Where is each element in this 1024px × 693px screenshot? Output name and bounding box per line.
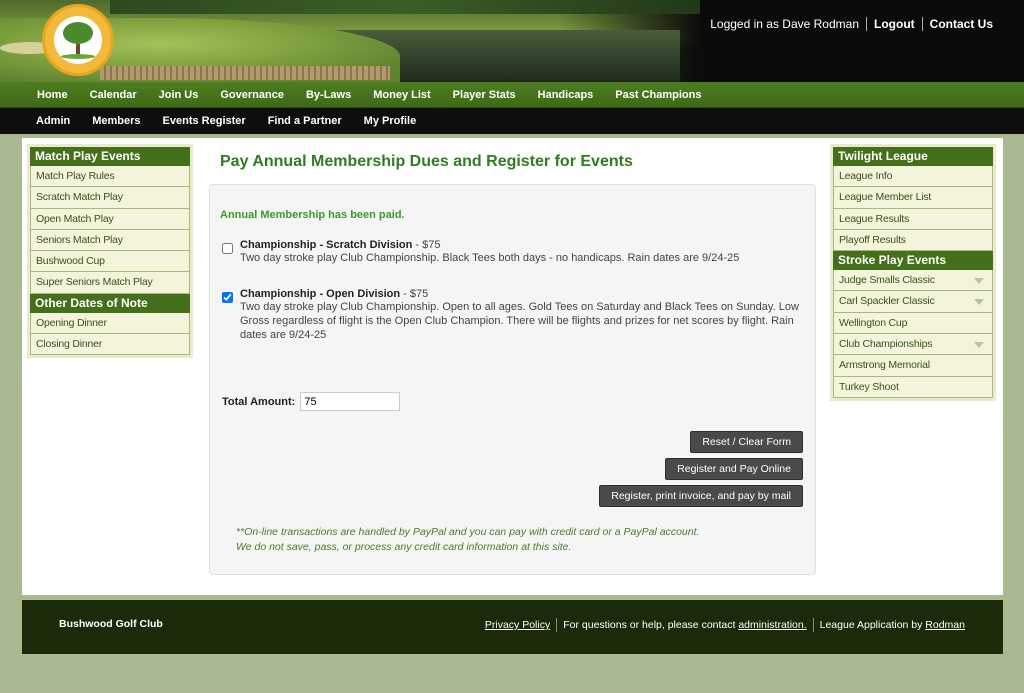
logout-link[interactable]: Logout [874, 17, 915, 31]
sidebar-item-turkey-shoot[interactable]: Turkey Shoot [833, 376, 993, 398]
nav-events-register[interactable]: Events Register [152, 115, 257, 127]
site-footer: Bushwood Golf Club Privacy Policy For qu… [22, 600, 1003, 654]
nav-join-us[interactable]: Join Us [148, 89, 210, 101]
paypal-note-line1: **On-line transactions are handled by Pa… [236, 526, 700, 538]
nav-admin[interactable]: Admin [25, 115, 81, 127]
footer-brand: Bushwood Golf Club [59, 618, 163, 630]
nav-past-champions[interactable]: Past Champions [604, 89, 712, 101]
sidebar-item-label: Club Championships [839, 338, 933, 351]
registration-panel: Annual Membership has been paid. Champio… [209, 184, 816, 575]
main-content: Match Play Events Match Play Rules Scrat… [22, 138, 1003, 595]
administration-link[interactable]: administration. [738, 619, 806, 631]
sidebar-item-playoff-results[interactable]: Playoff Results [833, 229, 993, 252]
sidebar-item-club-championships[interactable]: Club Championships [833, 334, 993, 356]
sidebar-item-closing-dinner[interactable]: Closing Dinner [30, 334, 190, 356]
sidebar-item-scratch-match-play[interactable]: Scratch Match Play [30, 187, 190, 209]
sidebar-item-league-info[interactable]: League Info [833, 166, 993, 188]
event-scratch-division: Championship - Scratch Division - $75 Tw… [222, 239, 802, 265]
sidebar-item-league-member-list[interactable]: League Member List [833, 187, 993, 209]
nav-governance[interactable]: Governance [209, 89, 295, 101]
app-credit-text: League Application by [819, 619, 923, 631]
logged-in-text: Logged in as Dave Rodman [710, 17, 859, 31]
nav-calendar[interactable]: Calendar [79, 89, 148, 101]
register-pay-online-button[interactable]: Register and Pay Online [665, 458, 803, 480]
event-open-division: Championship - Open Division - $75 Two d… [222, 288, 802, 342]
membership-paid-message: Annual Membership has been paid. [220, 209, 405, 221]
nav-handicaps[interactable]: Handicaps [527, 89, 605, 101]
nav-player-stats[interactable]: Player Stats [442, 89, 527, 101]
contact-us-link[interactable]: Contact Us [930, 17, 993, 31]
sidebar-item-seniors-match-play[interactable]: Seniors Match Play [30, 229, 190, 252]
secondary-nav: Admin Members Events Register Find a Par… [0, 108, 1024, 134]
sidebar-item-judge-smalls-classic[interactable]: Judge Smalls Classic [833, 270, 993, 292]
total-amount-row: Total Amount: [222, 392, 401, 411]
nav-members[interactable]: Members [81, 115, 151, 127]
right-sidebar: Twilight League League Info League Membe… [830, 144, 996, 401]
nav-by-laws[interactable]: By-Laws [295, 89, 362, 101]
user-bar: Logged in as Dave Rodman Logout Contact … [710, 17, 993, 31]
sidebar-item-label: Judge Smalls Classic [839, 274, 935, 287]
sidebar-heading-twilight-league: Twilight League [833, 147, 993, 166]
event-description: Two day stroke play Club Championship. O… [240, 301, 799, 341]
page-title: Pay Annual Membership Dues and Register … [220, 153, 633, 170]
sidebar-item-bushwood-cup[interactable]: Bushwood Cup [30, 251, 190, 273]
sidebar-item-wellington-cup[interactable]: Wellington Cup [833, 312, 993, 335]
event-description: Two day stroke play Club Championship. B… [240, 252, 740, 264]
sidebar-item-super-seniors-match-play[interactable]: Super Seniors Match Play [30, 272, 190, 294]
primary-nav: Home Calendar Join Us Governance By-Laws… [0, 82, 1024, 108]
help-text: For questions or help, please contact [563, 619, 736, 631]
event-price: - $75 [400, 288, 429, 300]
event-checkbox-open[interactable] [222, 292, 233, 303]
sidebar-item-carl-spackler-classic[interactable]: Carl Spackler Classic [833, 291, 993, 313]
sidebar-item-label: Carl Spackler Classic [839, 295, 935, 308]
event-title: Championship - Open Division [240, 288, 401, 300]
chevron-down-icon[interactable] [974, 299, 984, 306]
total-amount-input[interactable] [300, 392, 401, 411]
club-logo[interactable] [42, 4, 114, 76]
footer-links: Privacy Policy For questions or help, pl… [485, 618, 965, 632]
privacy-policy-link[interactable]: Privacy Policy [485, 619, 550, 631]
sidebar-item-armstrong-memorial[interactable]: Armstrong Memorial [833, 355, 993, 377]
reset-clear-form-button[interactable]: Reset / Clear Form [690, 431, 803, 453]
paypal-note: **On-line transactions are handled by Pa… [236, 525, 699, 555]
rodman-link[interactable]: Rodman [925, 619, 965, 631]
tree-icon [54, 16, 102, 64]
site-header: Logged in as Dave Rodman Logout Contact … [0, 0, 1024, 82]
event-price: - $75 [412, 239, 441, 251]
sidebar-heading-stroke-play: Stroke Play Events [833, 251, 993, 271]
nav-home[interactable]: Home [26, 89, 79, 101]
sidebar-item-opening-dinner[interactable]: Opening Dinner [30, 312, 190, 335]
nav-my-profile[interactable]: My Profile [353, 115, 428, 127]
nav-find-a-partner[interactable]: Find a Partner [257, 115, 353, 127]
chevron-down-icon[interactable] [974, 278, 984, 285]
paypal-note-line2: We do not save, pass, or process any cre… [236, 541, 572, 553]
chevron-down-icon[interactable] [974, 342, 984, 349]
sidebar-item-league-results[interactable]: League Results [833, 208, 993, 230]
sidebar-item-open-match-play[interactable]: Open Match Play [30, 208, 190, 230]
left-sidebar: Match Play Events Match Play Rules Scrat… [27, 144, 193, 359]
event-checkbox-scratch[interactable] [222, 243, 233, 254]
nav-money-list[interactable]: Money List [362, 89, 441, 101]
event-title: Championship - Scratch Division [240, 239, 413, 251]
sidebar-heading-match-play: Match Play Events [30, 147, 190, 166]
sidebar-item-match-play-rules[interactable]: Match Play Rules [30, 166, 190, 188]
register-pay-by-mail-button[interactable]: Register, print invoice, and pay by mail [599, 485, 803, 507]
total-amount-label: Total Amount: [222, 395, 296, 408]
sidebar-heading-other-dates: Other Dates of Note [30, 293, 190, 313]
